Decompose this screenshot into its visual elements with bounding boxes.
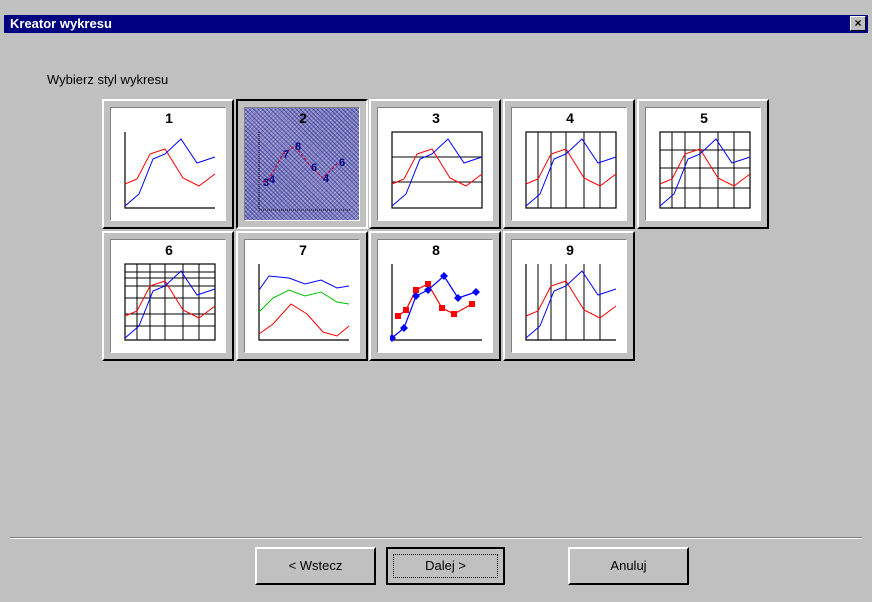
chart-style-preview: 23478646: [244, 107, 360, 221]
chart-style-thumbnail-icon: [124, 263, 216, 341]
next-button[interactable]: Dalej >: [386, 547, 505, 585]
close-icon[interactable]: ×: [850, 16, 866, 31]
sample-point-label: 4: [269, 174, 276, 186]
chart-style-number: 3: [432, 110, 440, 126]
chart-style-preview: 4: [511, 107, 627, 221]
chart-style-option-6[interactable]: 6: [102, 231, 234, 361]
chart-style-preview: 6: [110, 239, 226, 353]
chart-style-preview: 5: [645, 107, 761, 221]
chart-style-preview: 3: [377, 107, 493, 221]
window-title: Kreator wykresu: [10, 16, 112, 31]
chart-style-thumbnail-icon: [525, 131, 617, 209]
chart-style-number: 4: [566, 110, 574, 126]
chart-style-preview: 9: [511, 239, 627, 353]
sample-point-label: 7: [283, 149, 289, 161]
sample-point-label: 8: [295, 141, 301, 153]
back-button-label: < Wstecz: [288, 558, 343, 573]
back-button[interactable]: < Wstecz: [255, 547, 376, 585]
chart-style-thumbnail-icon: [124, 132, 216, 209]
divider: [10, 537, 862, 539]
style-prompt: Wybierz styl wykresu: [47, 72, 169, 87]
chart-style-number: 5: [700, 110, 708, 126]
chart-style-thumbnail-icon: [391, 131, 483, 209]
chart-style-number: 6: [165, 242, 173, 258]
chart-style-number: 7: [299, 242, 307, 258]
title-bar-fill: [4, 15, 868, 33]
cancel-button-label: Anuluj: [610, 558, 647, 573]
chart-style-option-7[interactable]: 7: [236, 231, 368, 361]
chart-style-thumbnail-icon: [258, 264, 350, 341]
chart-style-option-5[interactable]: 5: [637, 99, 769, 229]
chart-style-option-9[interactable]: 9: [503, 231, 635, 361]
chart-style-thumbnail-icon: [525, 264, 617, 341]
chart-style-number: 2: [299, 110, 307, 126]
chart-style-thumbnail-icon: 3 478646: [258, 132, 351, 211]
chart-style-option-3[interactable]: 3: [369, 99, 501, 229]
chart-style-option-8[interactable]: 8: [369, 231, 501, 361]
chart-style-number: 1: [165, 110, 173, 126]
chart-style-preview: 1: [110, 107, 226, 221]
sample-point-label: 6: [339, 157, 345, 169]
chart-style-option-4[interactable]: 4: [503, 99, 635, 229]
title-bar: Kreator wykresu ×: [0, 0, 872, 34]
chart-style-option-1[interactable]: 1: [102, 99, 234, 229]
chart-style-option-2[interactable]: 23478646: [236, 99, 368, 229]
next-button-label: Dalej >: [425, 558, 466, 573]
sample-point-label: 6: [311, 162, 317, 174]
sample-point-label: 4: [323, 173, 330, 185]
cancel-button[interactable]: Anuluj: [568, 547, 689, 585]
chart-style-preview: 8: [377, 239, 493, 353]
chart-style-preview: 7: [244, 239, 360, 353]
chart-style-thumbnail-icon: [659, 131, 751, 209]
chart-style-number: 9: [566, 242, 574, 258]
chart-style-thumbnail-icon: [390, 264, 482, 342]
chart-style-number: 8: [432, 242, 440, 258]
